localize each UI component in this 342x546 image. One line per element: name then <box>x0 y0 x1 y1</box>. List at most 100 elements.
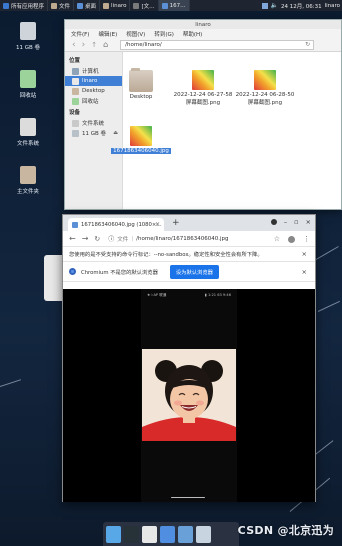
minimize-icon[interactable]: – <box>284 218 287 226</box>
system-tray: 🔈 24 12月, 06:31 linaro <box>261 2 342 10</box>
show-desktop-icon[interactable] <box>106 525 121 543</box>
desktop-icon[interactable]: 主文件夹 <box>8 166 48 195</box>
file-view[interactable]: Desktop 2022-12-24 06-27-58 屏幕截图.png 2022-… <box>111 52 341 209</box>
file-name: 2022-12-24 06-28-50 屏幕截图.png <box>235 92 295 106</box>
taskbar-task[interactable]: 167… <box>158 0 190 11</box>
file-manager-titlebar[interactable]: linaro <box>65 20 341 29</box>
omnibox[interactable]: ⓘ 文件 | /home/linaro/1671863406040.jpg <box>108 234 228 244</box>
reload-icon[interactable]: ↻ <box>305 41 310 48</box>
maximize-icon[interactable]: ▫ <box>294 218 298 226</box>
close-icon[interactable]: × <box>155 221 160 228</box>
user-name[interactable]: linaro <box>325 3 340 9</box>
devices-heading: 设备 <box>69 110 81 116</box>
info-icon[interactable]: ⓘ <box>108 234 114 243</box>
phone-status-left: ★☆AP 联通 <box>147 293 167 297</box>
browser-tab[interactable]: 1671863406040.jpg (1080×… × <box>68 218 164 231</box>
task-app-icon <box>3 2 9 9</box>
background-streak <box>0 379 22 387</box>
browser-icon[interactable] <box>160 525 175 543</box>
window-title: linaro <box>195 21 211 28</box>
desktop-icon[interactable]: 11 GB 卷 <box>8 22 48 51</box>
forward-arrow-icon[interactable]: › <box>82 40 86 50</box>
download-icon[interactable] <box>270 219 277 225</box>
menu-item[interactable]: 编辑(E) <box>98 30 117 38</box>
image-file-icon <box>254 70 276 90</box>
reload-icon[interactable]: ↻ <box>94 235 100 243</box>
task-app-icon <box>51 2 58 9</box>
close-infobar-icon[interactable]: × <box>302 268 307 276</box>
speaker-icon[interactable]: 🔈 <box>271 2 278 9</box>
desktop-icon-label: 回收站 <box>19 93 37 99</box>
chromium-logo-icon <box>69 268 76 275</box>
taskbar-task[interactable]: 文件 <box>48 0 75 11</box>
set-default-browser-button[interactable]: 设为默认浏览器 <box>169 264 219 279</box>
tab-strip: 1671863406040.jpg (1080×… × + – ▫ × <box>63 215 315 231</box>
task-label: 文件 <box>59 3 71 10</box>
menu-item[interactable]: 转到(G) <box>154 30 174 38</box>
navigation-bar: ← → ↻ ⓘ 文件 | /home/linaro/1671863406040.… <box>63 231 315 247</box>
browser-window[interactable]: 1671863406040.jpg (1080×… × + – ▫ × ← → … <box>62 214 316 502</box>
filesystem-icon <box>20 118 36 136</box>
desktop-icon[interactable]: 文件系统 <box>8 118 48 147</box>
task-app-icon <box>133 2 140 9</box>
search-app-icon[interactable] <box>178 525 193 543</box>
child-portrait-graphic <box>142 349 236 441</box>
file-manager-icon[interactable] <box>142 525 157 543</box>
up-arrow-icon[interactable]: ↑ <box>91 40 97 50</box>
close-warning-icon[interactable]: × <box>302 250 307 258</box>
desktop-icon[interactable]: 回收站 <box>8 70 48 99</box>
taskbar-task[interactable]: [文… <box>130 0 159 11</box>
image-file-icon <box>192 70 214 90</box>
taskbar-task[interactable]: 桌面 <box>74 0 101 11</box>
file-name: Desktop <box>129 94 153 100</box>
back-arrow-icon[interactable]: ‹ <box>72 40 76 50</box>
sidebar-item-label: linaro <box>82 78 98 84</box>
desktop-folder-icon <box>72 87 79 95</box>
back-icon[interactable]: ← <box>69 234 76 243</box>
computer-icon <box>72 67 79 75</box>
sandbox-warning-bar: 您使用的是不受支持的命令行标记：--no-sandbox。稳定性和安全性会有所下… <box>63 247 315 262</box>
taskbar-task[interactable]: linaro <box>100 0 131 11</box>
file-name: 1671863406040.jpg <box>111 148 171 154</box>
menu-item[interactable]: 帮助(H) <box>183 30 202 38</box>
image-viewer[interactable]: ★☆AP 联通 ▮ 1:21 63 9:46 <box>63 289 315 502</box>
close-window-icon[interactable]: × <box>306 218 311 226</box>
file-name: 2022-12-24 06-27-58 屏幕截图.png <box>173 92 233 106</box>
task-label: 167… <box>169 2 186 9</box>
image-file-icon <box>130 126 152 146</box>
file-item[interactable]: 2022-12-24 06-28-50 屏幕截图.png <box>234 70 296 106</box>
home-icon[interactable]: ⌂ <box>103 40 108 50</box>
url-scheme: 文件 <box>117 236 129 243</box>
network-icon[interactable] <box>261 2 268 9</box>
menu-item[interactable]: 文件(F) <box>71 30 89 38</box>
sidebar-item-label: 文件系统 <box>82 121 105 127</box>
sidebar-item-label: Desktop <box>82 88 105 94</box>
bookmark-star-icon[interactable]: ☆ <box>274 235 280 243</box>
new-tab-icon[interactable]: + <box>172 218 180 228</box>
background-streak <box>315 246 339 260</box>
task-label: 所有应用程序 <box>11 3 45 10</box>
file-manager-window[interactable]: linaro 文件(F) 编辑(E) 视图(V) 转到(G) 帮助(H) ‹ › ↑ ⌂… <box>64 19 342 210</box>
nav-right-controls: ☆ ⋮ <box>274 231 310 247</box>
default-browser-bar: Chromium 不是您的默认浏览器 设为默认浏览器 × <box>63 262 315 282</box>
desktop-icon-label: 主文件夹 <box>16 189 39 195</box>
sandbox-warning-text: 您使用的是不受支持的命令行标记：--no-sandbox。稳定性和安全性会有所下… <box>69 252 263 258</box>
forward-icon[interactable]: → <box>82 234 89 243</box>
menu-kebab-icon[interactable]: ⋮ <box>303 235 310 243</box>
window-controls: – ▫ × <box>270 218 311 226</box>
top-panel: 所有应用程序 文件 桌面 linaro [文… 167… 🔈 24 12月, 06:31 … <box>0 0 342 11</box>
file-item[interactable]: Desktop <box>110 68 172 100</box>
folder-app-icon[interactable] <box>196 525 211 543</box>
desktop-icon-label: 11 GB 卷 <box>15 45 41 51</box>
menu-item[interactable]: 视图(V) <box>126 30 145 38</box>
home-folder-icon <box>20 166 36 184</box>
profile-avatar-icon[interactable] <box>288 235 295 243</box>
location-bar[interactable]: /home/linaro/ ↻ <box>120 39 315 50</box>
phone-status-bar: ★☆AP 联通 ▮ 1:21 63 9:46 <box>141 293 237 298</box>
sidebar-item-label: 回收站 <box>82 99 99 105</box>
file-item[interactable]: 2022-12-24 06-27-58 屏幕截图.png <box>172 70 234 106</box>
clock[interactable]: 24 12月, 06:31 <box>281 2 322 10</box>
file-item[interactable]: 1671863406040.jpg <box>110 126 172 154</box>
terminal-icon[interactable] <box>124 525 139 543</box>
taskbar-task[interactable]: 所有应用程序 <box>0 0 49 11</box>
